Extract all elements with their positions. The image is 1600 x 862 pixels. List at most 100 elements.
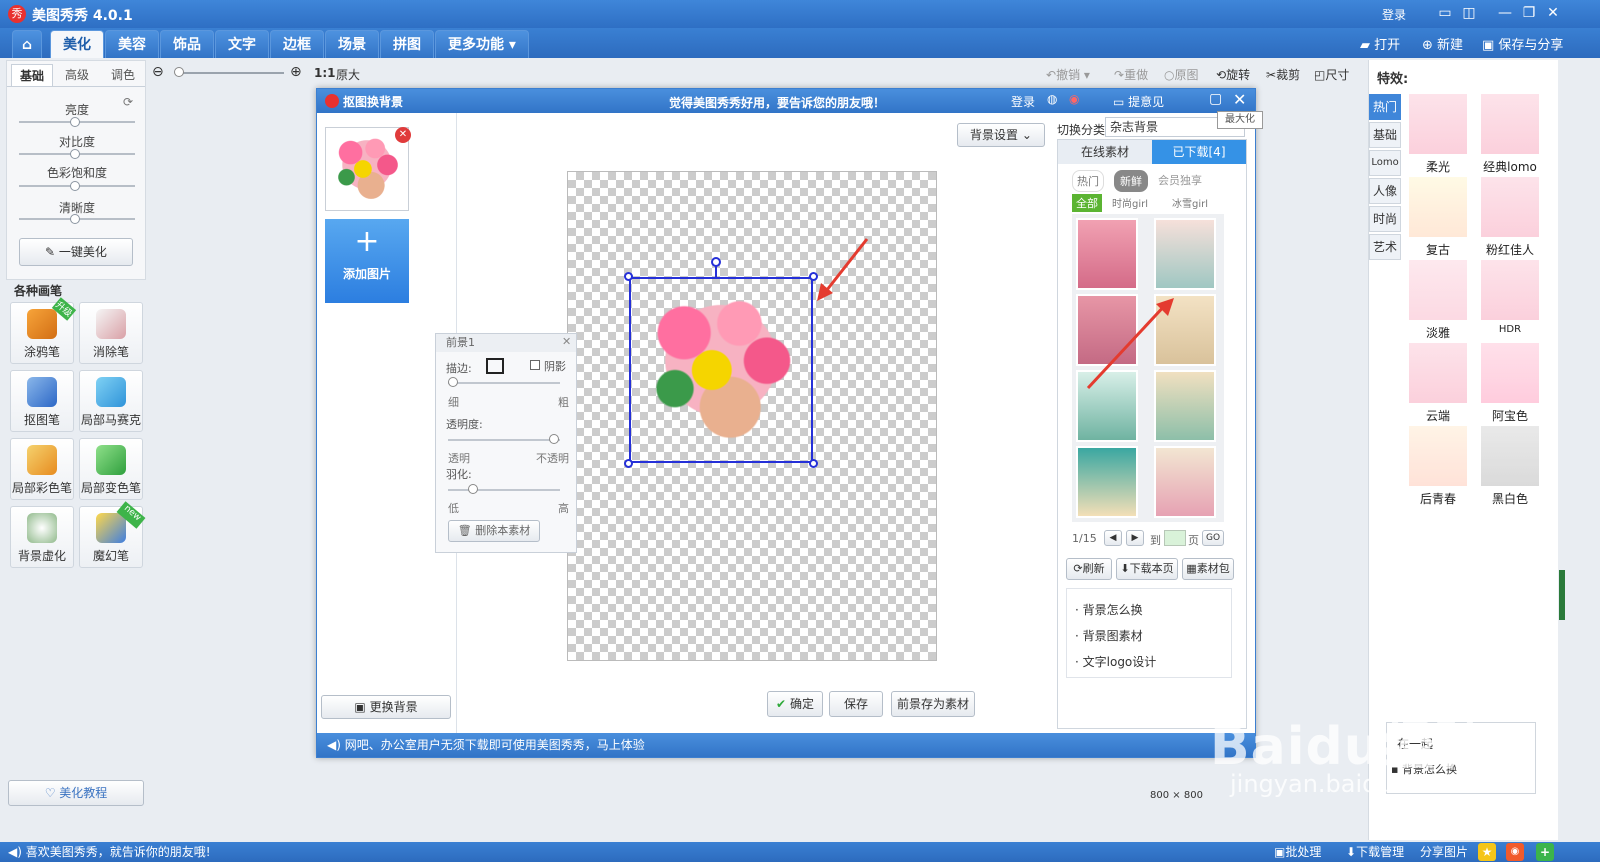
mosaic-brush-button[interactable]: 局部马赛克 bbox=[79, 370, 143, 432]
zoom-ratio[interactable]: 1:1 bbox=[314, 66, 336, 80]
tab-beauty[interactable]: 美容 bbox=[105, 30, 159, 58]
zoom-in-icon[interactable]: ⊕ bbox=[290, 64, 302, 80]
effect-thumb[interactable] bbox=[1409, 343, 1467, 403]
go-button[interactable]: GO bbox=[1202, 530, 1224, 546]
effects-tab-hot[interactable]: 热门 bbox=[1369, 94, 1401, 120]
batch-button[interactable]: ▣批处理 bbox=[1274, 842, 1321, 862]
save-fg-material-button[interactable]: 前景存为素材 bbox=[891, 691, 975, 717]
material-thumb[interactable] bbox=[1154, 446, 1216, 518]
add-icon[interactable]: + bbox=[1536, 843, 1554, 861]
subfilter-fashion[interactable]: 时尚girl bbox=[1112, 195, 1148, 210]
bg-blur-button[interactable]: 背景虚化 bbox=[10, 506, 74, 568]
fg-panel-close-icon[interactable]: ✕ bbox=[562, 335, 571, 348]
recolor-brush-button[interactable]: 局部变色笔 bbox=[79, 438, 143, 500]
dialog-login[interactable]: 登录 bbox=[1011, 93, 1035, 110]
download-page-button[interactable]: ⬇下载本页 bbox=[1116, 558, 1178, 580]
stroke-slider[interactable] bbox=[448, 382, 560, 384]
zoom-out-icon[interactable]: ⊖ bbox=[152, 64, 164, 80]
tutorial-button[interactable]: ♡ 美化教程 bbox=[8, 780, 144, 806]
chat-icon[interactable]: ▭ bbox=[1434, 3, 1456, 23]
effect-thumb[interactable] bbox=[1409, 94, 1467, 154]
effect-thumb[interactable] bbox=[1409, 177, 1467, 237]
star-icon[interactable]: ★ bbox=[1478, 843, 1496, 861]
filter-new[interactable]: 新鲜 bbox=[1114, 170, 1148, 192]
refresh-button[interactable]: ⟳刷新 bbox=[1066, 558, 1112, 580]
effects-tab-fashion[interactable]: 时尚 bbox=[1369, 206, 1401, 232]
help-link[interactable]: · 背景图素材 bbox=[1075, 627, 1143, 644]
stroke-slider-knob[interactable] bbox=[448, 377, 458, 387]
effects-tab-basic[interactable]: 基础 bbox=[1369, 122, 1401, 148]
tab-text[interactable]: 文字 bbox=[215, 30, 269, 58]
effects-tab-portrait[interactable]: 人像 bbox=[1369, 178, 1401, 204]
save-button[interactable]: 保存 bbox=[829, 691, 883, 717]
feather-slider-knob[interactable] bbox=[468, 484, 478, 494]
save-share-button[interactable]: ▣ 保存与分享 bbox=[1482, 34, 1563, 53]
effect-thumb[interactable] bbox=[1409, 260, 1467, 320]
zoom-slider-knob[interactable] bbox=[174, 67, 184, 77]
tab-online-material[interactable]: 在线素材 bbox=[1058, 140, 1152, 164]
saturation-knob[interactable] bbox=[70, 181, 80, 191]
tab-scene[interactable]: 场景 bbox=[325, 30, 379, 58]
download-manager-button[interactable]: ⬇下载管理 bbox=[1346, 842, 1404, 862]
redo-button[interactable]: ↷重做 bbox=[1114, 66, 1148, 83]
effect-thumb[interactable] bbox=[1409, 426, 1467, 486]
login-link[interactable]: 登录 bbox=[1382, 6, 1406, 23]
next-page-button[interactable]: ▶ bbox=[1126, 530, 1144, 546]
change-bg-button[interactable]: ▣ 更换背景 bbox=[321, 695, 451, 719]
original-size-button[interactable]: 原大 bbox=[336, 66, 360, 83]
material-pack-button[interactable]: ▦素材包 bbox=[1182, 558, 1234, 580]
feather-slider[interactable] bbox=[448, 489, 560, 491]
tab-collage[interactable]: 拼图 bbox=[380, 30, 434, 58]
effect-thumb[interactable] bbox=[1481, 426, 1539, 486]
help-link[interactable]: · 文字logo设计 bbox=[1075, 653, 1156, 670]
feedback-button[interactable]: ▭ 提意见 bbox=[1113, 93, 1164, 110]
brightness-slider[interactable] bbox=[19, 117, 135, 127]
effect-thumb[interactable] bbox=[1481, 343, 1539, 403]
dialog-close-icon[interactable]: ✕ bbox=[1233, 90, 1246, 109]
size-button[interactable]: ◰尺寸 bbox=[1314, 66, 1349, 83]
stroke-color-swatch[interactable] bbox=[486, 358, 504, 374]
filter-hot[interactable]: 热门 bbox=[1072, 170, 1104, 192]
footer-text[interactable]: 网吧、办公室用户无须下载即可使用美图秀秀，马上体验 bbox=[345, 738, 645, 752]
saturation-slider[interactable] bbox=[19, 181, 135, 191]
sharpness-slider[interactable] bbox=[19, 214, 135, 224]
tab-advanced[interactable]: 高级 bbox=[57, 64, 97, 86]
effects-tab-lomo[interactable]: Lomo bbox=[1369, 150, 1401, 176]
effect-thumb[interactable] bbox=[1481, 177, 1539, 237]
opacity-slider-knob[interactable] bbox=[549, 434, 559, 444]
minimize-icon[interactable]: — bbox=[1494, 3, 1516, 23]
resize-handle[interactable] bbox=[809, 459, 818, 468]
shadow-checkbox[interactable] bbox=[530, 360, 540, 370]
effect-thumb[interactable] bbox=[1481, 94, 1539, 154]
help-link[interactable]: · 背景怎么换 bbox=[1075, 601, 1143, 618]
contrast-knob[interactable] bbox=[70, 149, 80, 159]
one-click-beautify-button[interactable]: ✎ 一键美化 bbox=[19, 238, 133, 266]
share-image-button[interactable]: 分享图片 bbox=[1420, 842, 1468, 862]
effect-thumb[interactable] bbox=[1481, 260, 1539, 320]
crop-button[interactable]: ✂裁剪 bbox=[1266, 66, 1300, 83]
color-brush-button[interactable]: 局部彩色笔 bbox=[10, 438, 74, 500]
dialog-maximize-icon[interactable]: ▢ bbox=[1209, 91, 1222, 107]
skin-icon[interactable]: ◫ bbox=[1458, 3, 1480, 23]
material-thumb[interactable] bbox=[1154, 218, 1216, 290]
effects-tab-art[interactable]: 艺术 bbox=[1369, 234, 1401, 260]
cutout-brush-button[interactable]: 抠图笔 bbox=[10, 370, 74, 432]
home-tab[interactable]: ⌂ bbox=[12, 30, 43, 58]
page-input[interactable] bbox=[1164, 530, 1186, 546]
close-icon[interactable]: ✕ bbox=[1542, 3, 1564, 23]
opacity-slider[interactable] bbox=[448, 439, 560, 441]
resize-handle[interactable] bbox=[624, 272, 633, 281]
tab-basic[interactable]: 基础 bbox=[11, 64, 54, 86]
delete-material-button[interactable]: 🗑 删除本素材 bbox=[448, 520, 540, 542]
tab-border[interactable]: 边框 bbox=[270, 30, 324, 58]
scrollbar-thumb[interactable] bbox=[1559, 570, 1565, 620]
new-button[interactable]: ⊕ 新建 bbox=[1422, 34, 1463, 53]
selection-box[interactable] bbox=[629, 277, 813, 463]
original-button[interactable]: ○原图 bbox=[1164, 66, 1199, 83]
tab-more[interactable]: 更多功能 ▾ bbox=[435, 30, 529, 58]
restore-icon[interactable]: ❐ bbox=[1518, 3, 1540, 23]
material-thumb[interactable] bbox=[1076, 446, 1138, 518]
contrast-slider[interactable] bbox=[19, 149, 135, 159]
rotate-handle[interactable] bbox=[711, 257, 721, 267]
bg-settings-button[interactable]: 背景设置 ⌄ bbox=[957, 123, 1045, 147]
